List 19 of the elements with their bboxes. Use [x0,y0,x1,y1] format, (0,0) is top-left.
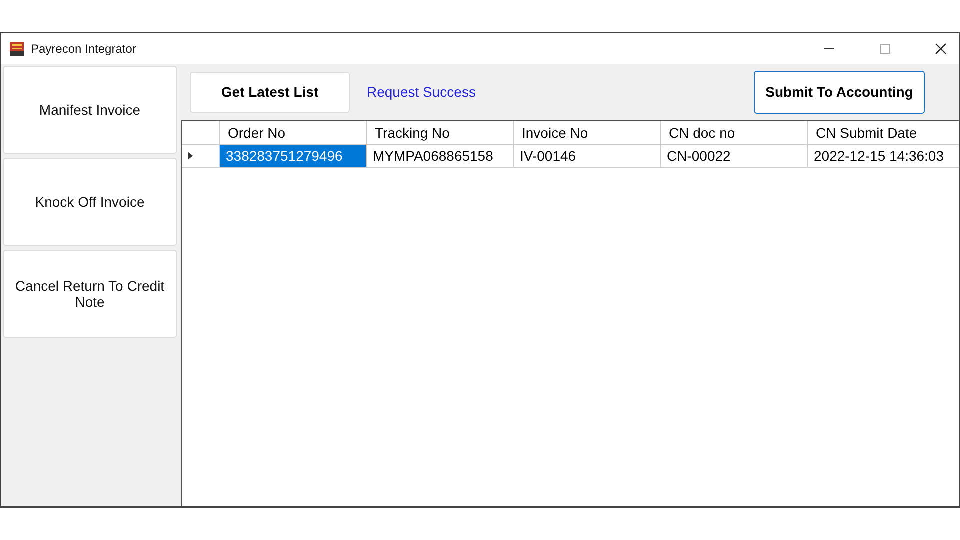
column-header[interactable]: CN Submit Date [808,121,959,144]
sidebar-button[interactable]: Cancel Return To Credit Note [3,250,177,338]
submit-button[interactable]: Submit To Accounting [754,70,925,114]
column-header[interactable]: Invoice No [514,121,661,144]
table-cell[interactable]: 338283751279496 [220,145,367,167]
app-logo-icon [9,40,25,56]
window-title: Payrecon Integrator [31,42,136,56]
table-cell[interactable]: 2022-12-15 14:36:03 [808,145,959,167]
table-cell[interactable]: IV-00146 [514,145,661,167]
sidebar-button[interactable]: Knock Off Invoice [3,158,177,246]
sidebar-button[interactable]: Manifest Invoice [3,66,177,154]
table-cell[interactable]: MYMPA068865158 [367,145,514,167]
table-cell[interactable]: CN-00022 [661,145,808,167]
column-header[interactable]: Tracking No [367,121,514,144]
status-text: Request Success [367,84,476,100]
column-header[interactable]: Order No [220,121,367,144]
get-latest-list-button[interactable]: Get Latest List [190,72,350,112]
column-header[interactable]: CN doc no [661,121,808,144]
close-icon[interactable] [935,42,947,54]
